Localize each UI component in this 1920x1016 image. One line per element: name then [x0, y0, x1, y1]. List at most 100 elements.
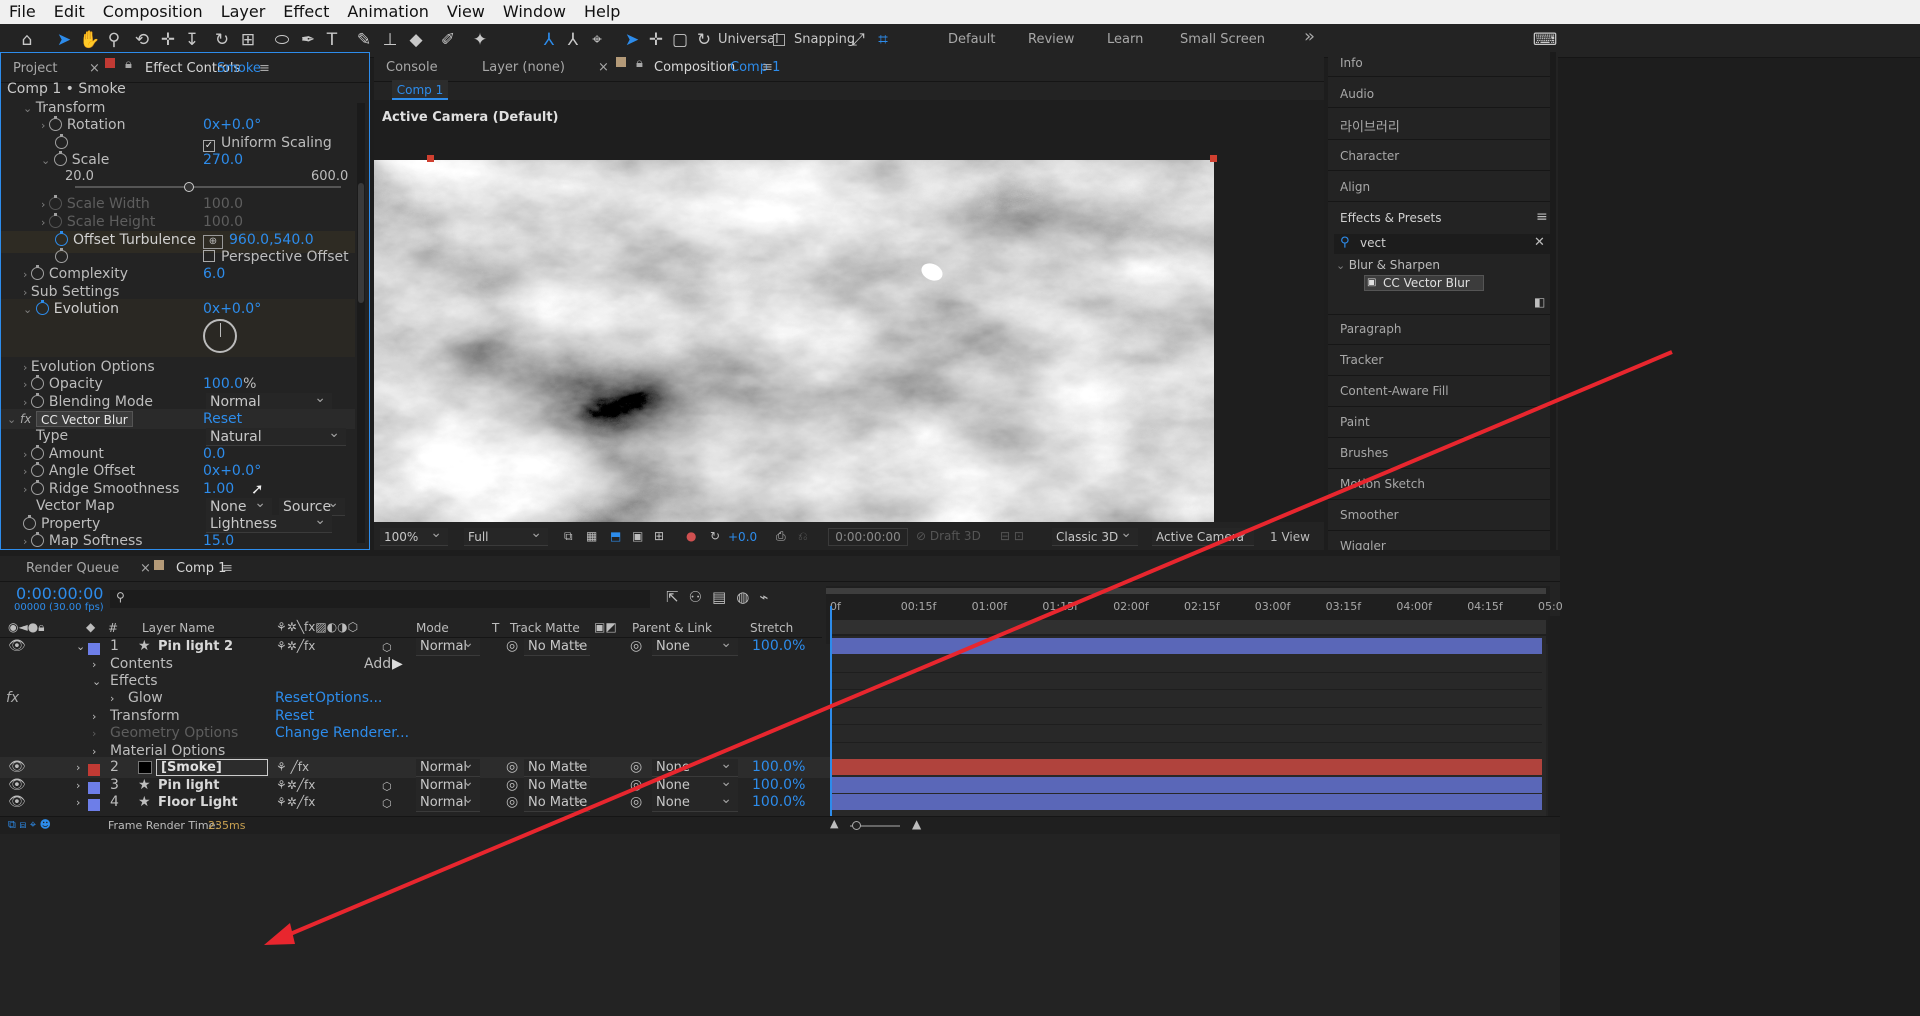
workspace-default[interactable]: Default — [948, 32, 996, 47]
status-toggle-icons[interactable]: ⧉ ⧈ ⌖ ☻ — [8, 818, 51, 832]
scale-value[interactable]: 270.0 — [203, 150, 243, 171]
evolution-dial[interactable] — [203, 319, 237, 353]
orbit-tool-icon[interactable]: ⟲ — [130, 27, 154, 53]
panel-tracker[interactable]: Tracker — [1340, 353, 1383, 367]
tab-timeline-comp[interactable]: Comp 1 — [176, 561, 226, 576]
world-axis-icon[interactable]: ⅄ — [562, 27, 584, 53]
layer-name[interactable]: Floor Light — [158, 792, 238, 813]
col-mode[interactable]: Mode — [416, 621, 449, 635]
cc-vector-blur-toggle[interactable]: ⌄ fx — [7, 409, 31, 430]
zoom-out-icon[interactable]: ▲ — [830, 817, 838, 830]
layer-bar-3[interactable] — [830, 777, 1542, 793]
track-area[interactable]: IIIIII — [830, 606, 1546, 816]
feather-icon[interactable]: ⌗ — [872, 27, 894, 53]
region-icon[interactable]: ▣ — [632, 529, 643, 543]
complexity-value[interactable]: 6.0 — [203, 264, 225, 285]
resolution-dropdown[interactable]: Full — [464, 524, 548, 546]
scrollbar[interactable] — [357, 103, 365, 543]
panel-info[interactable]: Info — [1340, 56, 1363, 70]
menu-window[interactable]: Window — [494, 0, 575, 24]
menu-composition[interactable]: Composition — [94, 0, 212, 24]
menu-animation[interactable]: Animation — [338, 0, 438, 24]
select-3d-icon[interactable]: ➤ — [622, 27, 642, 53]
guides-icon[interactable]: ⊞ — [654, 529, 664, 543]
scale-slider-knob[interactable] — [184, 182, 195, 192]
view-layout[interactable]: 1 View — [1270, 530, 1310, 544]
hand-tool-icon[interactable]: ✋ — [79, 27, 100, 53]
panel-menu-icon[interactable]: ≡ — [259, 61, 270, 76]
menu-edit[interactable]: Edit — [45, 0, 94, 24]
comp-subtab[interactable]: Comp 1 — [392, 80, 448, 100]
local-axis-icon[interactable]: ⅄ — [538, 27, 560, 53]
panel-menu-icon[interactable]: ≡ — [762, 60, 773, 75]
tab-composition[interactable]: Composition — [654, 60, 735, 75]
stopwatch-icon[interactable] — [30, 393, 44, 408]
vector-map-layer-dropdown[interactable]: None — [206, 494, 272, 516]
type-dropdown[interactable]: Natural — [206, 424, 346, 446]
tab-layer[interactable]: Layer (none) — [482, 60, 565, 75]
stopwatch-icon[interactable] — [48, 116, 62, 131]
show-snapshot-icon[interactable]: ⎌ — [798, 529, 808, 544]
expand-toggle[interactable]: › — [76, 792, 80, 813]
eraser-tool-icon[interactable]: ◆ — [406, 27, 426, 53]
menu-view[interactable]: View — [438, 0, 494, 24]
layer-handle[interactable] — [1210, 155, 1217, 162]
camera-dropdown[interactable]: Active Camera ... — [1152, 524, 1254, 562]
effects-search-input[interactable]: ⚲ vect ✕ — [1334, 234, 1550, 254]
stopwatch-icon[interactable] — [30, 462, 44, 477]
search-help-icon[interactable]: ⌨ — [1530, 27, 1560, 53]
timeline-scrollbar[interactable] — [1548, 616, 1560, 816]
current-time[interactable]: 0:00:00:00 — [828, 528, 908, 546]
col-layer-name[interactable]: Layer Name — [142, 621, 215, 635]
tab-console[interactable]: Console — [386, 60, 438, 75]
tab-project[interactable]: Project — [13, 61, 57, 76]
ridge-smoothness-value[interactable]: 1.00 — [203, 479, 234, 500]
rotate-tool-icon[interactable]: ↻ — [212, 27, 232, 53]
stopwatch-icon[interactable] — [30, 265, 44, 280]
layer-mode-dropdown[interactable]: Normal — [416, 790, 480, 812]
preview-icon[interactable]: ⧉ — [564, 529, 573, 544]
menu-layer[interactable]: Layer — [212, 0, 275, 24]
transparency-grid-icon[interactable]: ▦ — [586, 529, 597, 543]
playhead[interactable] — [830, 606, 832, 816]
layer-bar-4[interactable] — [830, 794, 1542, 810]
type-tool-icon[interactable]: T — [322, 27, 342, 53]
map-softness-value[interactable]: 15.0 — [203, 531, 234, 552]
right-scrollbar[interactable] — [1550, 52, 1556, 550]
selection-tool-icon[interactable]: ➤ — [54, 27, 74, 53]
visibility-eye-icon[interactable]: 👁︎ — [8, 792, 26, 813]
stopwatch-icon[interactable] — [35, 300, 49, 315]
reset-exposure-icon[interactable]: ↻ — [710, 529, 720, 543]
close-icon[interactable]: × — [140, 561, 151, 576]
view-axis-icon[interactable]: ⌖ — [586, 27, 608, 53]
clone-stamp-tool-icon[interactable]: ⊥ — [380, 27, 400, 53]
workspace-review[interactable]: Review — [1028, 32, 1074, 47]
panel-wiggler[interactable]: Wiggler — [1340, 539, 1386, 550]
stopwatch-icon[interactable] — [30, 480, 44, 495]
renderer-dropdown[interactable]: Classic 3D — [1052, 524, 1138, 546]
anchor-tool-icon[interactable]: ⊞ — [238, 27, 258, 53]
workspace-learn[interactable]: Learn — [1107, 32, 1143, 47]
stopwatch-icon[interactable] — [55, 231, 68, 246]
ellipse-tool-icon[interactable]: ⬭ — [270, 27, 294, 53]
brush-tool-icon[interactable]: ✎ — [354, 27, 374, 53]
panel-menu-icon[interactable]: ≡ — [1536, 209, 1548, 225]
zoom-in-icon[interactable]: ▲ — [912, 817, 921, 831]
workspace-small-screen[interactable]: Small Screen — [1180, 32, 1265, 47]
workspaces-more-icon[interactable]: » — [1304, 26, 1315, 47]
stopwatch-icon[interactable] — [23, 515, 36, 530]
col-parent[interactable]: Parent & Link — [632, 621, 712, 635]
stopwatch-icon[interactable] — [30, 375, 44, 390]
pen-tool-icon[interactable]: ✒ — [298, 27, 318, 53]
panel-align[interactable]: Align — [1340, 180, 1370, 194]
panel-content-aware-fill[interactable]: Content-Aware Fill — [1340, 384, 1449, 398]
cc-vector-blur-reset[interactable]: Reset — [203, 409, 242, 430]
panel-effects-presets[interactable]: Effects & Presets — [1340, 211, 1441, 225]
scale-slider[interactable] — [75, 182, 341, 192]
snapshot-icon[interactable]: ⎙ — [776, 529, 786, 544]
tab-effect-controls-layer[interactable]: Smoke — [217, 61, 261, 76]
timeline-switches[interactable]: ⇱⚇▤◍⌁ — [666, 588, 778, 606]
panel-audio[interactable]: Audio — [1340, 87, 1374, 101]
draft3d-toggle[interactable]: ⊘ Draft 3D — [916, 529, 981, 543]
puppet-tool-icon[interactable]: ✦ — [470, 27, 490, 53]
